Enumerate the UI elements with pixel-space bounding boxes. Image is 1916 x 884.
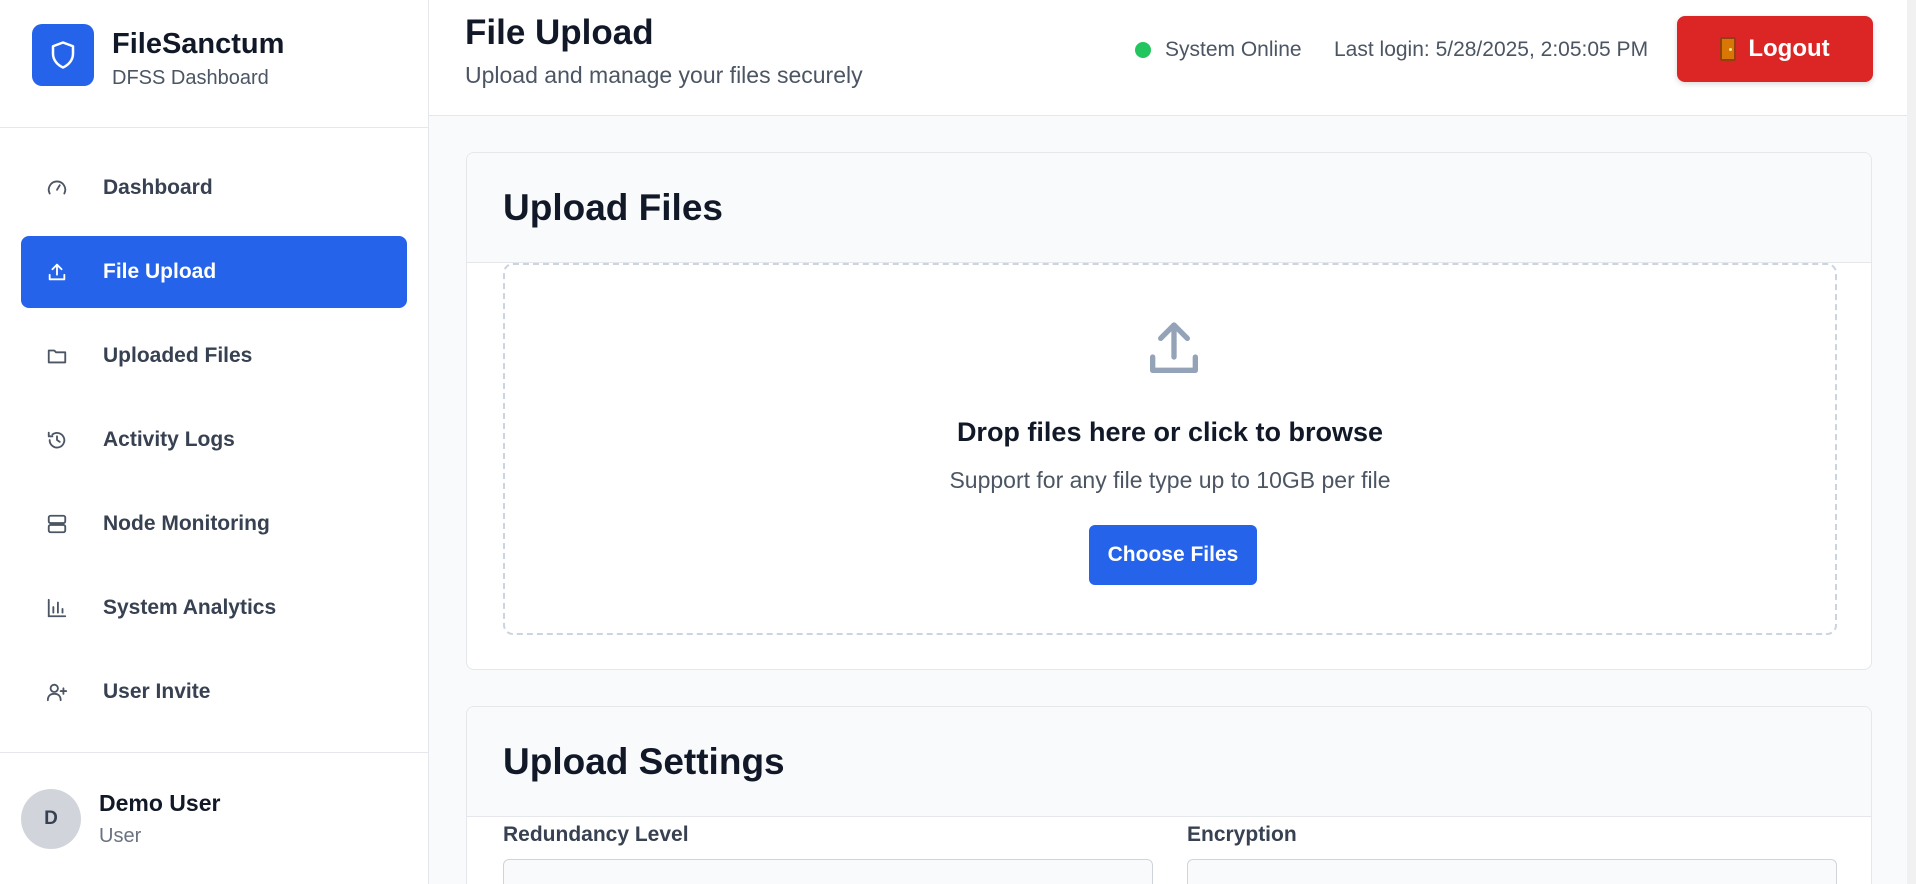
sidebar-item-dashboard[interactable]: Dashboard <box>21 152 407 224</box>
sidebar-item-file-upload[interactable]: File Upload <box>21 236 407 308</box>
redundancy-level-select[interactable] <box>503 859 1153 884</box>
upload-cloud-icon <box>1142 317 1206 381</box>
server-icon <box>45 512 69 536</box>
sidebar-item-label: User Invite <box>103 680 211 703</box>
dropzone-subtitle: Support for any file type up to 10GB per… <box>949 467 1391 493</box>
sidebar-item-uploaded-files[interactable]: Uploaded Files <box>21 320 407 392</box>
page-title: File Upload <box>465 13 654 52</box>
user-role: User <box>99 824 142 847</box>
sidebar-item-label: Node Monitoring <box>103 512 270 535</box>
sidebar-item-label: Activity Logs <box>103 428 235 451</box>
door-icon <box>1720 37 1737 61</box>
status-text: System Online <box>1165 38 1302 61</box>
user-profile[interactable]: D Demo User User <box>0 752 428 884</box>
page-scrollbar[interactable] <box>1907 0 1916 884</box>
sidebar-item-label: Dashboard <box>103 176 213 199</box>
upload-files-card: Upload Files Drop files here or click to… <box>466 152 1872 670</box>
last-login: Last login: 5/28/2025, 2:05:05 PM <box>1334 38 1649 61</box>
sidebar-item-label: System Analytics <box>103 596 277 619</box>
redundancy-level-label: Redundancy Level <box>503 823 689 846</box>
upload-settings-title: Upload Settings <box>503 740 785 782</box>
logout-button[interactable]: Logout <box>1677 16 1873 82</box>
brand: FileSanctum DFSS Dashboard <box>0 0 428 128</box>
encryption-label: Encryption <box>1187 823 1297 846</box>
bar-chart-icon <box>45 596 69 620</box>
brand-title: FileSanctum <box>112 28 285 60</box>
status-dot-icon <box>1135 42 1151 58</box>
sidebar-item-system-analytics[interactable]: System Analytics <box>21 572 407 644</box>
sidebar-item-label: File Upload <box>103 260 217 283</box>
gauge-icon <box>45 176 69 200</box>
system-status: System Online <box>1135 38 1302 62</box>
upload-settings-card: Upload Settings Redundancy Level Encrypt… <box>466 706 1872 884</box>
page-subtitle: Upload and manage your files securely <box>465 62 863 88</box>
avatar: D <box>21 788 81 849</box>
upload-files-title: Upload Files <box>503 186 723 228</box>
sidebar-item-node-monitoring[interactable]: Node Monitoring <box>21 488 407 560</box>
shield-logo-icon <box>32 24 94 86</box>
history-icon <box>45 428 69 452</box>
logout-label: Logout <box>1748 35 1830 62</box>
user-name: Demo User <box>99 789 221 816</box>
sidebar-item-label: Uploaded Files <box>103 344 253 367</box>
top-header: File Upload Upload and manage your files… <box>429 0 1907 116</box>
choose-files-button[interactable]: Choose Files <box>1089 525 1257 585</box>
upload-icon <box>45 260 69 284</box>
encryption-select[interactable] <box>1187 859 1837 884</box>
folder-icon <box>45 344 69 368</box>
sidebar-item-user-invite[interactable]: User Invite <box>21 656 407 728</box>
sidebar-nav: Dashboard File Upload Uploaded Files Act… <box>0 128 428 728</box>
file-dropzone[interactable]: Drop files here or click to browse Suppo… <box>503 263 1837 635</box>
user-plus-icon <box>45 680 69 704</box>
brand-subtitle: DFSS Dashboard <box>112 67 269 89</box>
sidebar-item-activity-logs[interactable]: Activity Logs <box>21 404 407 476</box>
dropzone-title: Drop files here or click to browse <box>956 417 1384 447</box>
sidebar: FileSanctum DFSS Dashboard Dashboard Fil… <box>0 0 429 884</box>
